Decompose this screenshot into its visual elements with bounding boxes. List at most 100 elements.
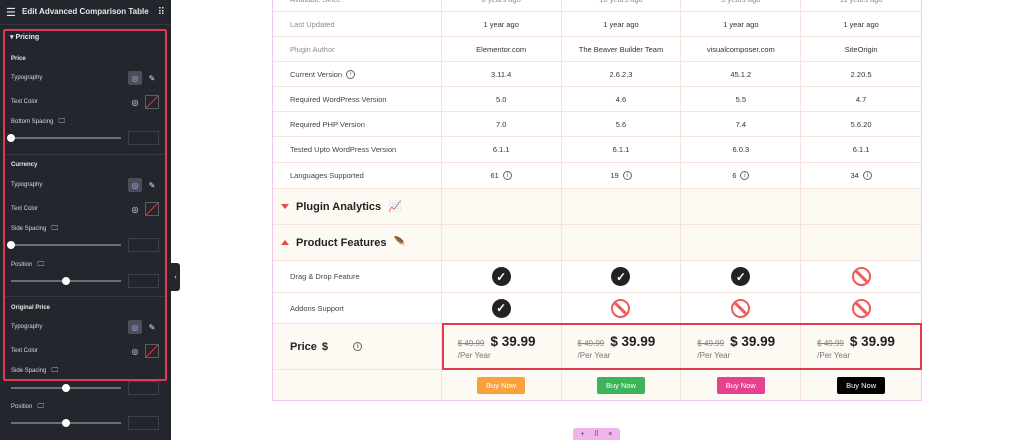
table-cell: 8 years ago	[442, 0, 562, 11]
info-icon[interactable]: i	[740, 171, 750, 180]
add-section-icon[interactable]: +	[581, 431, 585, 438]
table-cell: 5 years ago	[681, 0, 802, 11]
sale-price: $ 39.99	[730, 333, 776, 349]
section-row-features[interactable]: Product Features 🪶	[273, 225, 921, 261]
divider	[5, 296, 165, 297]
table-cell: 19 i	[562, 163, 682, 188]
row-label: Required PHP Version	[273, 112, 442, 136]
price-cell: $ 49.99 $ 39.99 /Per Year	[442, 324, 562, 369]
group-title-price: Price	[11, 56, 26, 62]
close-icon[interactable]: ×	[608, 431, 612, 438]
price-period: /Per Year	[577, 350, 611, 360]
table-cell: 6.0.3	[681, 137, 802, 162]
price-period: /Per Year	[817, 350, 851, 360]
original-price-position-slider-knob[interactable]	[62, 419, 70, 427]
original-price-typography-globe-icon[interactable]: ◎	[128, 320, 142, 334]
table-cell: 10 years ago	[562, 0, 682, 11]
info-icon[interactable]: i	[346, 69, 356, 79]
table-cell: 6.1.1	[442, 137, 562, 162]
price-typography-globe-icon[interactable]: ◎	[128, 71, 142, 85]
currency-spacing-slider-knob[interactable]	[7, 241, 15, 249]
currency-typography-edit-icon[interactable]: ✎	[146, 178, 158, 192]
row-label: Addons Support	[273, 293, 442, 323]
table-cell: SiteOrigin	[844, 44, 878, 54]
monitor-icon: 🖵	[51, 367, 59, 374]
info-icon[interactable]: i	[862, 171, 872, 180]
table-cell	[442, 189, 562, 224]
buy-now-button[interactable]: Buy Now	[596, 376, 645, 394]
original-price-position-input[interactable]	[128, 416, 159, 430]
buy-now-button[interactable]: Buy Now	[837, 376, 886, 394]
table-cell: ✓	[442, 293, 562, 323]
table-cell: visualcomposer.com	[681, 37, 802, 61]
info-icon[interactable]: i	[622, 171, 632, 180]
sale-price: $ 39.99	[490, 333, 536, 349]
chart-line-icon: 📈	[388, 201, 402, 213]
panel-title: Edit Advanced Comparison Table	[22, 7, 149, 16]
currency-color-swatch[interactable]	[145, 202, 159, 216]
currency-color-globe-icon[interactable]: ◎	[128, 202, 142, 216]
currency-position-input[interactable]	[128, 274, 159, 288]
collapse-panel-chevron-icon[interactable]: ‹	[171, 263, 180, 291]
currency-text-color-label: Text Color	[11, 206, 39, 212]
table-cell: 5.6.20	[850, 119, 872, 129]
widgets-grid-icon[interactable]: ⠿	[158, 7, 165, 18]
feather-icon: 🪶	[393, 237, 406, 248]
currency-typography-globe-icon[interactable]: ◎	[128, 178, 142, 192]
table-row: Current Version i 3.11.4 2.6.2.3 45.1.2 …	[273, 62, 921, 87]
original-price-color-swatch[interactable]	[145, 344, 159, 358]
hamburger-menu-icon[interactable]: ☰	[6, 6, 16, 19]
ban-icon	[731, 298, 751, 318]
check-icon: ✓	[611, 267, 631, 286]
currency-typography-label: Typography	[11, 182, 43, 188]
drag-handle-icon[interactable]: ⠿	[594, 430, 599, 438]
table-cell: Buy Now	[442, 370, 562, 400]
info-icon[interactable]: i	[353, 342, 363, 351]
price-color-globe-icon[interactable]: ◎	[128, 95, 142, 109]
price-color-swatch[interactable]	[145, 95, 159, 109]
price-spacing-slider-knob[interactable]	[7, 134, 15, 142]
table-cell: 5.6	[562, 112, 682, 136]
table-cell: ✓	[681, 261, 802, 292]
table-cell: 61 i	[442, 163, 562, 188]
price-spacing-slider[interactable]	[11, 137, 121, 139]
buy-now-button[interactable]: Buy Now	[477, 376, 526, 394]
row-label: Current Version i	[273, 62, 442, 86]
table-cell	[681, 293, 802, 323]
check-icon: ✓	[491, 267, 511, 286]
price-spacing-input[interactable]	[128, 131, 159, 145]
price-text-color-label: Text Color	[11, 99, 39, 105]
table-cell: Buy Now	[681, 370, 802, 400]
section-header[interactable]: Product Features 🪶	[273, 225, 442, 260]
original-price-text-color-label: Text Color	[11, 348, 39, 354]
currency-spacing-input[interactable]	[128, 238, 159, 252]
section-toggle-pricing[interactable]: ▾ Pricing	[10, 33, 39, 41]
buy-now-button[interactable]: Buy Now	[716, 376, 765, 394]
row-label: Plugin Author	[273, 37, 442, 61]
table-cell: ✓	[442, 261, 562, 292]
table-cell: 4.6	[562, 87, 682, 111]
table-cell: 1 year ago	[843, 19, 879, 29]
table-cell: Buy Now	[801, 370, 921, 400]
section-header[interactable]: Plugin Analytics 📈	[273, 189, 442, 224]
original-price-color-globe-icon[interactable]: ◎	[128, 344, 142, 358]
currency-spacing-slider[interactable]	[11, 244, 121, 246]
collapse-arrow-icon[interactable]	[281, 204, 289, 209]
check-icon: ✓	[491, 298, 511, 318]
expand-arrow-icon[interactable]	[281, 240, 289, 245]
table-row: Last Updated 1 year ago 1 year ago 1 yea…	[273, 12, 921, 37]
currency-spacing-label: Side Spacing 🖵	[11, 225, 59, 232]
original-price-typography-edit-icon[interactable]: ✎	[146, 320, 158, 334]
table-row: Drag & Drop Feature ✓ ✓ ✓	[273, 261, 921, 293]
table-cell	[681, 225, 802, 260]
info-icon[interactable]: i	[502, 171, 512, 180]
currency-position-slider-knob[interactable]	[62, 277, 70, 285]
original-price-spacing-input[interactable]	[128, 381, 159, 395]
table-cell: 2.20.5	[850, 69, 872, 79]
row-label: Drag & Drop Feature	[273, 261, 442, 292]
price-typography-edit-icon[interactable]: ✎	[146, 71, 158, 85]
section-row-analytics[interactable]: Plugin Analytics 📈	[273, 189, 921, 225]
table-cell: 6i	[681, 163, 802, 188]
dollar-icon: $	[321, 340, 329, 353]
original-price-spacing-slider-knob[interactable]	[62, 384, 70, 392]
